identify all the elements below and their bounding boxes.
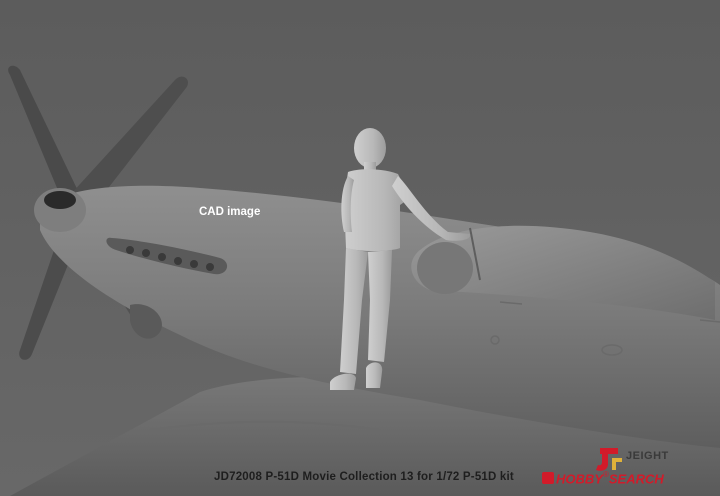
brand-jeight-text: JEIGHT (626, 450, 669, 462)
cad-render (0, 0, 720, 496)
cad-image-label: CAD image (199, 206, 261, 218)
hobbysearch-wordmark: HOBBY®SEARCH (542, 470, 664, 488)
brand-search-text: SEARCH (608, 471, 664, 487)
hobbysearch-logo-icon (542, 472, 554, 485)
product-image: CAD image JD72008 P-51D Movie Collection… (0, 0, 720, 496)
watermark-logo: JEIGHT HOBBY®SEARCH (542, 446, 712, 492)
product-caption: JD72008 P-51D Movie Collection 13 for 1/… (214, 471, 514, 483)
brand-hobby-text: HOBBY (556, 471, 603, 487)
